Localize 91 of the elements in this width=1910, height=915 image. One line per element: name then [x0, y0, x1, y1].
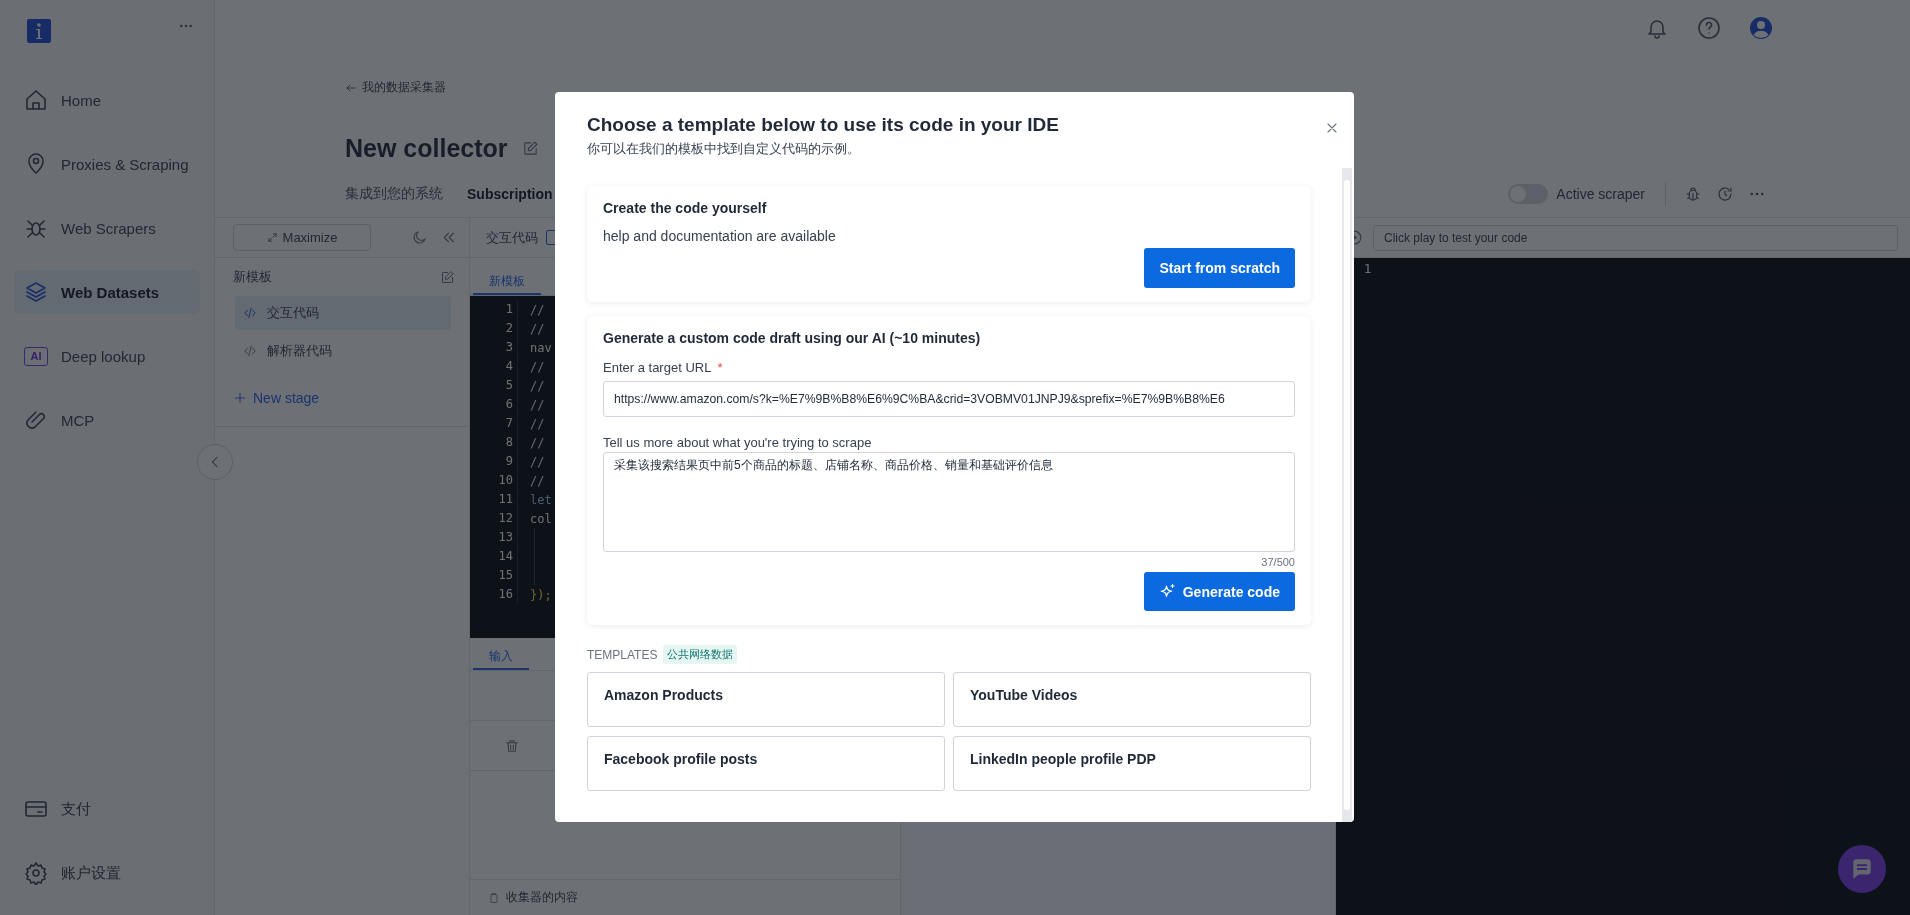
trash-icon[interactable]: [504, 737, 520, 754]
code-text: //: [530, 359, 545, 374]
line-number: 9: [470, 452, 518, 471]
tab[interactable]: 输入: [473, 648, 529, 670]
generate-code-button[interactable]: Generate code: [1143, 572, 1295, 611]
editor-title: 交互代码: [486, 228, 538, 247]
character-count: 37/500: [1261, 556, 1295, 568]
code-text: //: [530, 473, 545, 488]
code-icon: [243, 306, 257, 320]
code-text: nav: [530, 340, 552, 355]
nav-item[interactable]: Proxies & Scraping: [14, 142, 200, 186]
new-stage-link[interactable]: New stage: [233, 390, 469, 406]
line-number: 1: [470, 300, 518, 319]
modal-title: Choose a template below to use its code in your IDE: [587, 114, 1059, 136]
toggle-label: Active scraper: [1556, 186, 1645, 202]
line-number: 2: [470, 319, 518, 338]
code-icon: [243, 344, 257, 358]
avatar-icon[interactable]: [1749, 16, 1773, 40]
url-input-field[interactable]: https://www.amazon.com/s?k=%E7%9B%B8%E6%9C%BA&crid=3VOBMV01JNPJ9&sprefix=%E7%9B%B8%E6: [603, 381, 1295, 417]
code-text: //: [530, 454, 545, 469]
bug-icon[interactable]: [1684, 185, 1702, 203]
maximize-button[interactable]: Maximize: [233, 224, 371, 251]
plus-icon: [233, 391, 247, 405]
code-text: let: [530, 492, 552, 507]
home-icon: [24, 88, 48, 112]
start-from-scratch-button[interactable]: Start from scratch: [1144, 248, 1295, 288]
line-number: 11: [470, 490, 518, 509]
clipboard-icon: [488, 891, 500, 904]
edit-icon[interactable]: [440, 269, 455, 285]
code-text: //: [530, 302, 545, 317]
required-mark: *: [717, 360, 723, 375]
card-text: help and documentation are available: [603, 228, 837, 244]
nav-item[interactable]: Web Scrapers: [14, 206, 200, 250]
line-number: 1: [1364, 262, 1373, 278]
help-icon[interactable]: [1697, 16, 1721, 40]
card-title: Create the code yourself: [603, 200, 768, 216]
nav-item[interactable]: 账户设置: [14, 851, 200, 895]
code-text: col: [530, 511, 552, 526]
details-text-area[interactable]: 采集该搜索结果页中前5个商品的标题、店铺名称、商品价格、销量和基础评价信息: [603, 452, 1295, 552]
line-number: 14: [470, 547, 518, 566]
layers-icon: [24, 280, 48, 304]
moon-icon[interactable]: [411, 229, 428, 246]
ai-icon: AI: [24, 346, 48, 366]
template-card[interactable]: YouTube Videos: [953, 672, 1311, 727]
logo-icon: [27, 18, 51, 44]
field-label: Enter a target URL: [603, 360, 712, 375]
section-title: 新模板: [233, 268, 272, 286]
code-text: });: [530, 587, 552, 602]
breadcrumb-link[interactable]: 我的数据采集器: [345, 79, 1910, 96]
line-number: 4: [470, 357, 518, 376]
stage-item[interactable]: 解析器代码: [235, 334, 451, 368]
template-card[interactable]: Facebook profile posts: [587, 736, 945, 791]
edit-icon[interactable]: [521, 140, 539, 157]
card-title: Generate a custom code draft using our AI (~10 minutes): [603, 330, 982, 346]
tab[interactable]: Subscription: [467, 178, 553, 210]
modal-subtitle: 你可以在我们的模板中找到自定义代码的示例。: [587, 140, 861, 158]
line-number: 5: [470, 376, 518, 395]
refresh-icon[interactable]: [1716, 185, 1734, 203]
nav-item[interactable]: AI Deep lookup: [14, 334, 200, 378]
code-text: //: [530, 435, 545, 450]
line-number: 15: [470, 566, 518, 585]
code-text: //: [530, 321, 545, 336]
code-text: //: [530, 378, 545, 393]
line-number: 8: [470, 433, 518, 452]
tag: 公共网络数据: [663, 645, 738, 664]
code-text: //: [530, 416, 545, 431]
test-input-field[interactable]: Click play to test your code: [1373, 224, 1898, 251]
field-label: Tell us more about what you're trying to scrape: [603, 435, 873, 450]
line-number: 12: [470, 509, 518, 528]
template-card[interactable]: LinkedIn people profile PDP: [953, 736, 1311, 791]
section-label: TEMPLATES: [587, 647, 658, 662]
paperclip-icon: [24, 408, 48, 432]
line-number: 10: [470, 471, 518, 490]
tab[interactable]: 集成到您的系统: [345, 178, 443, 210]
nav-item[interactable]: MCP: [14, 398, 200, 442]
settings-icon: [24, 861, 48, 885]
stage-item[interactable]: 交互代码: [235, 296, 451, 330]
line-number: 3: [470, 338, 518, 357]
nav-item[interactable]: Home: [14, 78, 200, 122]
page-title: New collector: [345, 134, 508, 163]
nav-item[interactable]: 支付: [14, 787, 200, 831]
line-number: 7: [470, 414, 518, 433]
code-text: //: [530, 397, 545, 412]
line-number: 16: [470, 585, 518, 604]
nav-item[interactable]: Web Datasets: [14, 270, 200, 314]
line-number: 6: [470, 395, 518, 414]
expand-icon: [266, 232, 278, 243]
template-card[interactable]: Amazon Products: [587, 672, 945, 727]
scrollbar[interactable]: [1342, 168, 1352, 822]
line-number: 13: [470, 528, 518, 547]
footer-label: 收集器的内容: [506, 889, 578, 906]
